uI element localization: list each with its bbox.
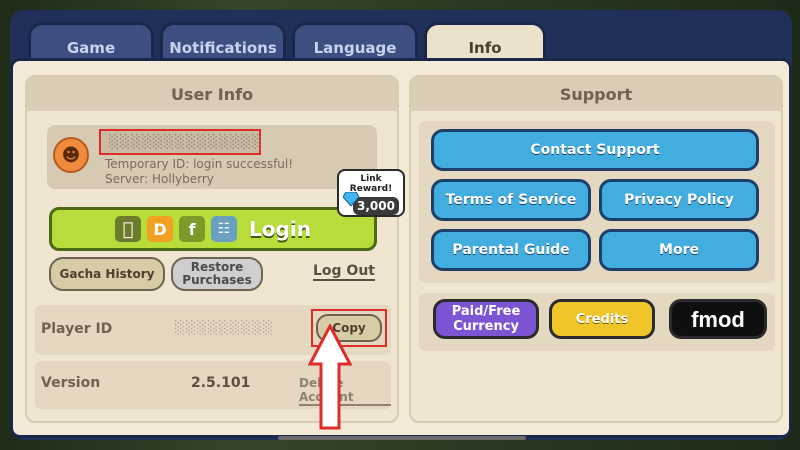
terms-of-service-button[interactable]: Terms of Service: [431, 179, 591, 221]
version-value: 2.5.101: [191, 375, 251, 391]
fmod-logo-button[interactable]: fmod: [669, 299, 767, 339]
restore-purchases-button[interactable]: Restore Purchases: [171, 257, 263, 291]
log-out-link[interactable]: Log Out: [313, 263, 375, 281]
support-title: Support: [411, 77, 781, 111]
gacha-history-button[interactable]: Gacha History: [49, 257, 165, 291]
version-label: Version: [41, 375, 101, 391]
user-card: ☻ ░░░░░░░░░░░░░░ Temporary ID: login suc…: [47, 125, 377, 189]
server-text: Server: Hollyberry: [105, 172, 214, 186]
link-reward-amount: 3,000: [353, 197, 399, 215]
more-button[interactable]: More: [599, 229, 759, 271]
login-label: Login: [249, 217, 311, 241]
crystal-icon: [343, 192, 359, 206]
red-arrow-annotation: [308, 324, 352, 430]
support-section: Support Contact Support Terms of Service…: [409, 75, 783, 423]
user-info-title: User Info: [27, 77, 397, 111]
info-panel: User Info ☻ ░░░░░░░░░░░░░░ Temporary ID:…: [10, 58, 792, 438]
privacy-policy-button[interactable]: Privacy Policy: [599, 179, 759, 221]
player-id-label: Player ID: [41, 321, 113, 337]
gamepad-icon: ☷: [211, 216, 238, 242]
credits-button[interactable]: Credits: [549, 299, 655, 339]
temporary-id-text: Temporary ID: login successful!: [105, 157, 294, 171]
parental-guide-button[interactable]: Parental Guide: [431, 229, 591, 271]
cookie-avatar-icon: ☻: [53, 137, 89, 173]
devplay-icon: D: [147, 216, 174, 242]
contact-support-button[interactable]: Contact Support: [431, 129, 759, 171]
paid-free-currency-button[interactable]: Paid/Free Currency: [433, 299, 539, 339]
player-id-redacted: ░░░░░░░░░: [175, 321, 274, 336]
apple-icon: : [115, 216, 142, 242]
facebook-icon: f: [179, 216, 206, 242]
username-redacted: ░░░░░░░░░░░░░░: [99, 129, 262, 155]
link-reward-bubble: Link Reward! 3,000: [337, 169, 405, 217]
extra-buttons: Paid/Free Currency Credits fmod: [419, 293, 775, 351]
support-buttons: Contact Support Terms of Service Privacy…: [419, 121, 775, 283]
login-button[interactable]:  D f ☷ Login: [49, 207, 377, 251]
link-reward-label: Link Reward!: [349, 174, 393, 194]
home-indicator: [278, 436, 526, 440]
